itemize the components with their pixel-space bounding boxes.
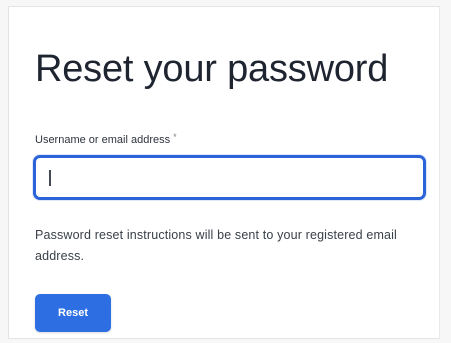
reset-password-card: Reset your password Username or email ad…: [8, 6, 440, 339]
reset-instructions-text: Password reset instructions will be sent…: [35, 228, 397, 263]
page-title: Reset your password: [35, 48, 389, 90]
username-email-label-text: Username or email address: [35, 134, 171, 146]
page-background: Reset your password Username or email ad…: [0, 0, 451, 343]
username-email-field-wrapper: [33, 155, 426, 200]
required-asterisk: *: [173, 132, 177, 142]
username-email-input[interactable]: [36, 158, 423, 197]
username-email-label: Username or email address *: [35, 132, 177, 147]
text-cursor: [49, 170, 51, 186]
reset-button[interactable]: Reset: [35, 294, 111, 332]
